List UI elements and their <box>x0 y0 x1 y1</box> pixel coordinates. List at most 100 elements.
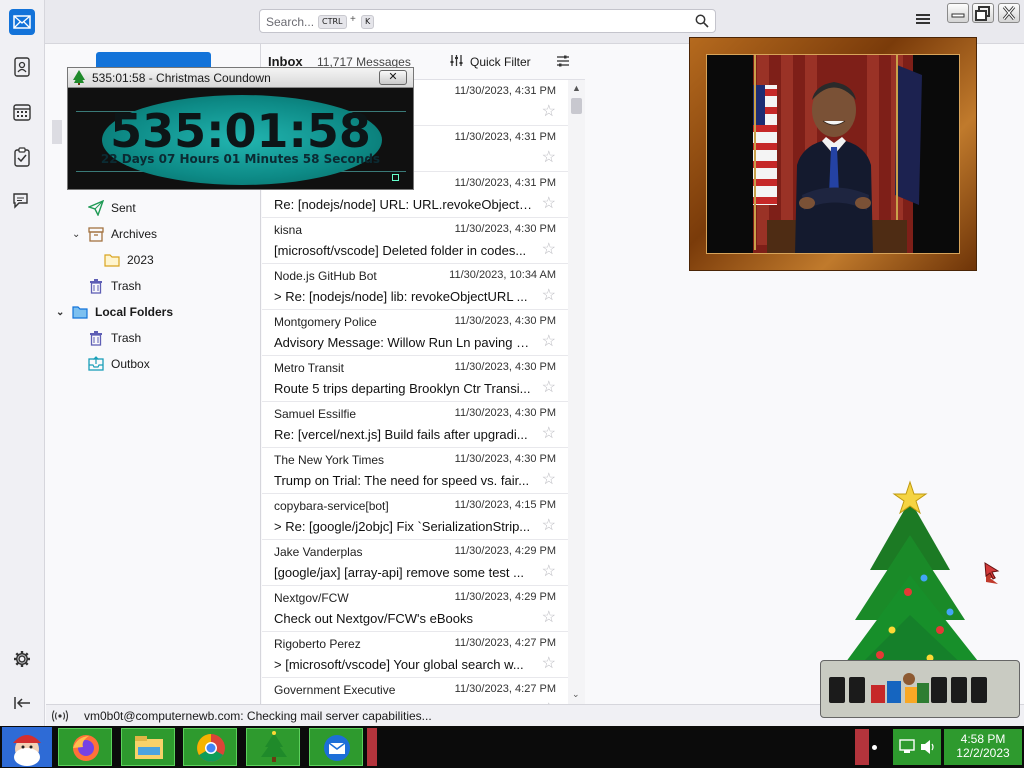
file-explorer-icon[interactable] <box>121 728 175 766</box>
firefox-icon[interactable] <box>58 728 112 766</box>
star-icon[interactable]: ☆ <box>542 518 556 534</box>
taskbar-clock[interactable]: 4:58 PM 12/2/2023 <box>944 729 1022 765</box>
message-row[interactable]: Montgomery Police 11/30/2023, 4:30 PM Advi… <box>262 310 568 356</box>
star-icon[interactable]: ☆ <box>542 472 556 488</box>
search-placeholder: Search... <box>266 15 315 29</box>
archive-icon <box>88 226 104 242</box>
thunderbird-icon[interactable] <box>309 728 363 766</box>
message-row[interactable]: Samuel Essilfie 11/30/2023, 4:30 PM Re: [v… <box>262 402 568 448</box>
clock-time: 4:58 PM <box>960 732 1006 746</box>
message-subject: Trump on Trial: The need for speed vs. f… <box>274 473 530 488</box>
message-row[interactable]: Rigoberto Perez 11/30/2023, 4:27 PM > [mic… <box>262 632 568 678</box>
close-button[interactable] <box>998 3 1020 23</box>
star-icon[interactable]: ☆ <box>542 334 556 350</box>
app-menu-button[interactable] <box>914 12 932 28</box>
chrome-icon[interactable] <box>183 728 237 766</box>
show-hidden-icons-button[interactable] <box>855 729 869 765</box>
chat-icon[interactable] <box>9 188 35 214</box>
scroll-up-icon[interactable]: ▲ <box>572 83 581 93</box>
search-input[interactable]: Search... CTRL + K <box>259 9 716 33</box>
star-icon[interactable]: ☆ <box>542 426 556 442</box>
star-icon[interactable]: ☆ <box>542 150 556 166</box>
message-row[interactable]: Jake Vanderplas 11/30/2023, 4:29 PM [googl… <box>262 540 568 586</box>
folder-local-folders[interactable]: ⌄ Local Folders <box>56 302 173 322</box>
quick-filter-icon[interactable] <box>450 54 463 70</box>
chevron-down-icon[interactable]: ⌄ <box>56 307 66 318</box>
search-icon[interactable] <box>695 14 709 31</box>
star-icon[interactable]: ☆ <box>542 380 556 396</box>
framed-photo[interactable] <box>689 37 977 271</box>
folder-archives[interactable]: ⌄ Archives <box>72 224 157 244</box>
message-list-scrollbar[interactable]: ▲ ⌄ <box>568 80 585 704</box>
folder-icon <box>104 252 120 268</box>
message-row[interactable]: Metro Transit 11/30/2023, 4:30 PM Route 5 … <box>262 356 568 402</box>
folder-outbox[interactable]: Outbox <box>88 354 150 374</box>
photo-image <box>706 54 960 254</box>
star-icon[interactable]: ☆ <box>542 242 556 258</box>
santa-icon[interactable] <box>2 727 52 767</box>
countdown-detail: 22 Days 07 Hours 01 Minutes 58 Seconds <box>100 152 381 166</box>
message-subject: Advisory Message: Willow Run Ln paving F… <box>274 335 532 350</box>
message-date: 11/30/2023, 4:31 PM <box>454 85 556 97</box>
message-date: 11/30/2023, 4:31 PM <box>454 131 556 143</box>
minimize-button[interactable] <box>947 3 969 23</box>
folder-label: Trash <box>111 279 142 293</box>
scroll-down-icon[interactable]: ⌄ <box>572 689 580 700</box>
folder-trash[interactable]: Trash <box>88 276 141 296</box>
message-date: 11/30/2023, 4:15 PM <box>454 499 556 511</box>
message-row[interactable]: copybara-service[bot] 11/30/2023, 4:15 PM… <box>262 494 568 540</box>
mail-icon[interactable] <box>9 9 35 35</box>
address-book-icon[interactable] <box>9 54 35 80</box>
message-row[interactable]: kisna 11/30/2023, 4:30 PM [microsoft/vscod… <box>262 218 568 264</box>
message-row[interactable]: Nextgov/FCW 11/30/2023, 4:29 PM Check out … <box>262 586 568 632</box>
folder-sent[interactable]: Sent <box>88 198 136 218</box>
resize-grip-icon[interactable] <box>392 174 399 181</box>
scrollbar-thumb[interactable] <box>571 98 582 114</box>
tasks-icon[interactable] <box>9 144 35 170</box>
volume-icon[interactable] <box>920 739 936 758</box>
message-date: 11/30/2023, 4:30 PM <box>454 223 556 235</box>
message-subject: Route 5 trips departing Brooklyn Ctr Tra… <box>274 381 531 396</box>
chevron-down-icon[interactable]: ⌄ <box>72 229 82 240</box>
quick-filter-button[interactable]: Quick Filter <box>470 55 531 69</box>
close-button[interactable]: ✕ <box>379 70 407 85</box>
message-date: 11/30/2023, 4:27 PM <box>454 637 556 649</box>
folder-label: Outbox <box>111 357 150 371</box>
folder-2023[interactable]: 2023 <box>104 250 154 270</box>
network-icon[interactable] <box>899 739 915 758</box>
tray-indicator-icon <box>872 745 877 750</box>
message-row[interactable]: The New York Times 11/30/2023, 4:30 PM Tru… <box>262 448 568 494</box>
countdown-time: 535:01:58 <box>110 104 371 158</box>
system-tray <box>893 729 941 765</box>
trash-icon <box>88 330 104 346</box>
calendar-icon[interactable] <box>9 99 35 125</box>
collapse-icon[interactable] <box>9 690 35 716</box>
message-subject: [microsoft/vscode] Deleted folder in cod… <box>274 243 527 258</box>
folder-local-trash[interactable]: Trash <box>88 328 141 348</box>
maximize-button[interactable] <box>972 3 994 23</box>
folder-label: Archives <box>111 227 158 241</box>
star-icon[interactable]: ☆ <box>542 288 556 304</box>
message-row[interactable]: Government Executive11/30/2023, 4:27 PM☆ <box>262 678 568 704</box>
star-icon[interactable]: ☆ <box>542 104 556 120</box>
christmas-tree-icon[interactable] <box>246 728 300 766</box>
message-subject: Re: [vercel/next.js] Build fails after u… <box>274 427 528 442</box>
countdown-title-bar[interactable]: 535:01:58 - Christmas Coundown ✕ <box>68 68 413 88</box>
message-sender: Government Executive <box>274 683 396 697</box>
star-icon[interactable]: ☆ <box>542 196 556 212</box>
clock-date: 12/2/2023 <box>956 746 1010 760</box>
tree-countdown-panel <box>820 660 1020 718</box>
message-sender: Nextgov/FCW <box>274 591 349 605</box>
message-subject: Re: [nodejs/node] URL: URL.revokeObjectU… <box>274 197 532 212</box>
star-icon[interactable]: ☆ <box>542 656 556 672</box>
list-display-options-icon[interactable] <box>556 54 570 71</box>
star-icon[interactable]: ☆ <box>542 610 556 626</box>
countdown-window-title: 535:01:58 - Christmas Coundown <box>92 71 271 85</box>
settings-icon[interactable] <box>9 646 35 672</box>
star-icon[interactable]: ☆ <box>542 564 556 580</box>
message-sender: copybara-service[bot] <box>274 499 389 513</box>
christmas-countdown-window[interactable]: 535:01:58 - Christmas Coundown ✕ 535:01:… <box>67 67 414 190</box>
message-subject: > Re: [nodejs/node] lib: revokeObjectURL… <box>274 289 528 304</box>
message-row[interactable]: Node.js GitHub Bot 11/30/2023, 10:34 AM > … <box>262 264 568 310</box>
taskbar: 4:58 PM 12/2/2023 <box>0 726 1024 768</box>
